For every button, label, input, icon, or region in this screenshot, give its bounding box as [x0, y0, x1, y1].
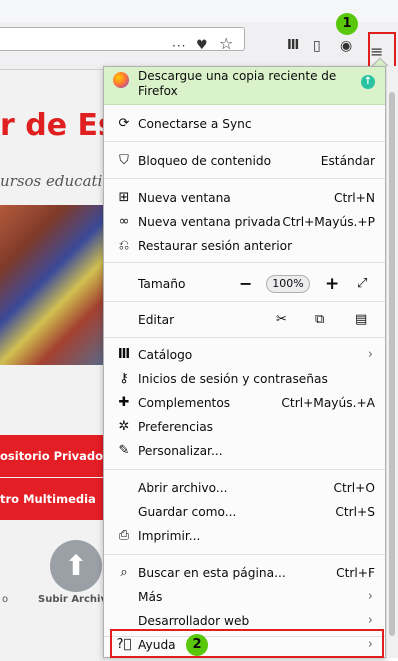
menu-item-sync[interactable]: ⟳ Conectarse a Sync: [104, 112, 385, 136]
menu-item-shortcut: Ctrl+Mayús.+P: [282, 215, 375, 229]
menu-item-restore-session[interactable]: ⎌ Restaurar sesión anterior: [104, 234, 385, 258]
menu-item-label: Editar: [138, 313, 175, 327]
url-bar[interactable]: [0, 27, 245, 51]
menu-separator: [104, 262, 385, 263]
zoom-in-button[interactable]: +: [325, 272, 339, 296]
menu-item-shortcut: Ctrl+O: [333, 481, 376, 495]
chevron-right-icon: ›: [367, 347, 373, 362]
menu-item-content-blocking[interactable]: ⛉ Bloqueo de contenido Estándar: [104, 149, 385, 173]
menu-item-shortcut: Ctrl+S: [335, 505, 375, 519]
callout-1: 1: [336, 13, 358, 35]
menu-item-save-as[interactable]: Guardar como... Ctrl+S: [104, 500, 385, 524]
menu-item-label: Más: [138, 590, 163, 604]
menu-item-label: Personalizar...: [138, 444, 223, 458]
menu-item-label: Buscar en esta página...: [138, 566, 286, 580]
update-arrow-icon: ↑: [361, 75, 375, 89]
menu-item-shortcut: Ctrl+N: [333, 191, 375, 205]
menu-item-label: Restaurar sesión anterior: [138, 239, 293, 253]
menu-item-label: Tamaño: [138, 277, 186, 291]
menu-item-library[interactable]: Ⅲ Catálogo ›: [104, 343, 385, 367]
menu-item-zoom: Tamaño − 100% + ⤢: [104, 272, 385, 296]
help-item-highlight: [110, 629, 384, 658]
paste-icon[interactable]: ▤: [355, 308, 367, 332]
private-mask-icon: ∞: [118, 214, 130, 229]
firefox-logo-icon: [113, 72, 129, 88]
pocket-icon[interactable]: ♥: [196, 39, 208, 53]
copy-icon[interactable]: ⧉: [315, 308, 324, 332]
chevron-right-icon: ›: [367, 589, 373, 604]
menu-scrollbar-thumb[interactable]: [389, 92, 395, 636]
cut-icon[interactable]: ✂: [276, 308, 287, 332]
library-icon[interactable]: Ⅲ: [287, 39, 299, 53]
menu-item-customize[interactable]: ✎ Personalizar...: [104, 439, 385, 463]
menu-separator: [104, 469, 385, 470]
menu-item-preferences[interactable]: ✲ Preferencias: [104, 415, 385, 439]
menu-item-more[interactable]: Más ›: [104, 585, 385, 609]
sidebar-icon[interactable]: ▯: [313, 39, 321, 53]
sync-icon: ⟳: [118, 116, 130, 131]
new-window-icon: ⊞: [118, 190, 130, 205]
callout-2: 2: [186, 634, 208, 656]
webpage-photo: [0, 205, 105, 365]
menu-separator: [104, 337, 385, 338]
menu-item-label: Nueva ventana: [138, 191, 231, 205]
webpage-title: r de Es: [0, 108, 116, 143]
menu-item-print[interactable]: ⎙ Imprimir...: [104, 524, 385, 548]
webpage-left-label: o: [2, 594, 9, 605]
bookmark-star-icon[interactable]: ☆: [219, 36, 233, 52]
menu-item-label: Imprimir...: [138, 529, 201, 543]
menu-item-logins[interactable]: ⚷ Inicios de sesión y contraseñas: [104, 367, 385, 391]
printer-icon: ⎙: [118, 528, 130, 543]
menu-separator: [104, 178, 385, 179]
puzzle-icon: ✚: [118, 395, 130, 410]
menu-item-label: Inicios de sesión y contraseñas: [138, 372, 328, 386]
app-menu-panel: Descargue una copia reciente de Firefox …: [103, 66, 386, 658]
upload-arrow-icon[interactable]: ⬆: [50, 540, 102, 592]
content-blocking-value: Estándar: [320, 154, 375, 168]
key-icon: ⚷: [119, 371, 129, 386]
menu-item-find[interactable]: ⌕ Buscar en esta página... Ctrl+F: [104, 561, 385, 585]
update-banner[interactable]: Descargue una copia reciente de Firefox …: [104, 67, 385, 105]
multimedia-center-button[interactable]: tro Multimedia: [0, 478, 103, 520]
menu-item-shortcut: Ctrl+Mayús.+A: [281, 396, 375, 410]
menu-item-label: Bloqueo de contenido: [138, 154, 272, 168]
zoom-out-button[interactable]: −: [239, 272, 252, 296]
menu-separator: [104, 301, 385, 302]
menu-separator: [104, 141, 385, 142]
paintbrush-icon: ✎: [118, 443, 130, 458]
fullscreen-icon[interactable]: ⤢: [357, 272, 367, 296]
private-repository-button[interactable]: ositorio Privado: [0, 435, 103, 477]
webpage-subtitle: ursos educativ: [0, 172, 111, 190]
update-banner-text: Descargue una copia reciente de Firefox: [138, 69, 337, 98]
menu-item-private-window[interactable]: ∞ Nueva ventana privada Ctrl+Mayús.+P: [104, 210, 385, 234]
menu-item-label: Conectarse a Sync: [138, 117, 252, 131]
library-icon: Ⅲ: [117, 347, 131, 362]
menu-item-label: Abrir archivo...: [138, 481, 228, 495]
search-icon: ⌕: [120, 565, 128, 580]
restore-session-icon: ⎌: [118, 238, 130, 253]
menu-item-shortcut: Ctrl+F: [336, 566, 375, 580]
menu-item-new-window[interactable]: ⊞ Nueva ventana Ctrl+N: [104, 186, 385, 210]
menu-item-open-file[interactable]: Abrir archivo... Ctrl+O: [104, 476, 385, 500]
zoom-reset-button[interactable]: 100%: [266, 275, 310, 293]
gear-icon: ✲: [118, 419, 130, 434]
menu-item-label: Guardar como...: [138, 505, 237, 519]
menu-item-addons[interactable]: ✚ Complementos Ctrl+Mayús.+A: [104, 391, 385, 415]
menu-item-label: Catálogo: [138, 348, 193, 362]
more-actions-icon[interactable]: ···: [172, 39, 186, 53]
menu-item-edit: Editar ✂ ⧉ ▤: [104, 308, 385, 332]
menu-item-label: Preferencias: [138, 420, 214, 434]
account-icon[interactable]: ◉: [340, 39, 352, 53]
menu-separator: [104, 554, 385, 555]
menu-item-label: Nueva ventana privada: [138, 215, 281, 229]
menu-item-label: Complementos: [138, 396, 231, 410]
shield-icon: ⛉: [119, 153, 129, 168]
